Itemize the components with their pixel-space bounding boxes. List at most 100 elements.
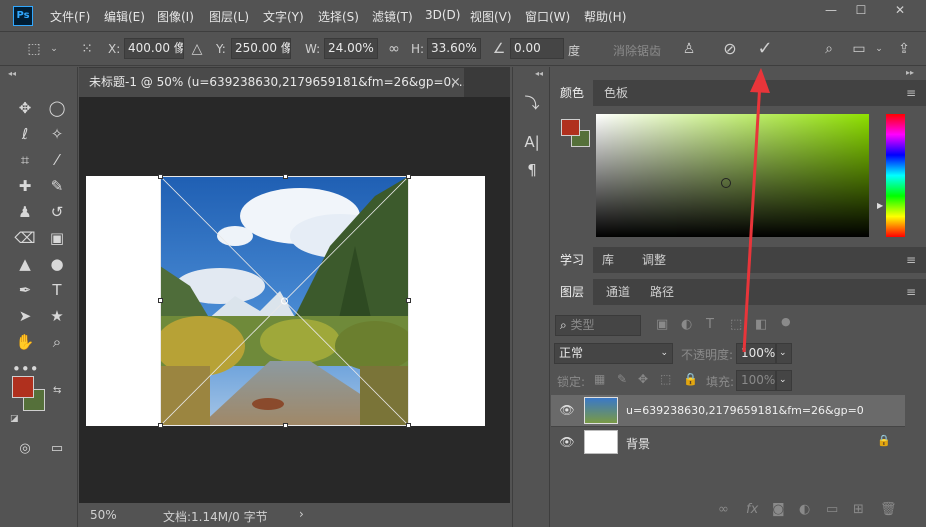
- history-panel-icon[interactable]: ⤵: [513, 92, 551, 113]
- transform-handle[interactable]: [406, 423, 411, 428]
- menu-layer[interactable]: 图层(L): [209, 8, 249, 25]
- commit-transform-icon[interactable]: ✓: [754, 39, 776, 59]
- collapse-icon[interactable]: ◂◂: [8, 69, 16, 78]
- shape-tool-icon[interactable]: ★: [44, 304, 70, 328]
- workspace-dropdown-icon[interactable]: ⌄: [873, 39, 885, 59]
- tab-learn[interactable]: 学习: [551, 247, 593, 273]
- reference-point-icon[interactable]: ⁙: [76, 39, 98, 59]
- hand-tool-icon[interactable]: ✋: [12, 330, 38, 354]
- tab-paths[interactable]: 路径: [642, 279, 682, 305]
- filter-toggle-icon[interactable]: ●: [781, 315, 791, 328]
- x-position-field[interactable]: 400.00 像素: [124, 38, 184, 59]
- paragraph-panel-icon[interactable]: ¶: [513, 161, 551, 179]
- new-group-icon[interactable]: ▭: [826, 502, 838, 517]
- swap-colors-icon[interactable]: ⇆: [53, 385, 61, 396]
- transform-handle[interactable]: [283, 423, 288, 428]
- dodge-tool-icon[interactable]: ●: [44, 252, 70, 276]
- tab-layers[interactable]: 图层: [551, 279, 593, 305]
- maximize-button[interactable]: ☐: [846, 0, 876, 20]
- color-panel-foreground-swatch[interactable]: [561, 119, 580, 136]
- new-layer-icon[interactable]: ⊞: [853, 502, 864, 517]
- opacity-dropdown-icon[interactable]: ⌄: [776, 343, 792, 364]
- menu-filter[interactable]: 滤镜(T): [372, 8, 413, 25]
- tab-color[interactable]: 颜色: [551, 80, 593, 106]
- transform-tool-icon[interactable]: ⬚: [22, 39, 46, 59]
- healing-brush-tool-icon[interactable]: ✚: [12, 174, 38, 198]
- hue-slider[interactable]: [886, 114, 905, 237]
- brush-tool-icon[interactable]: ✎: [44, 174, 70, 198]
- adjustment-layer-icon[interactable]: ◐: [799, 502, 810, 517]
- eyedropper-tool-icon[interactable]: ⁄: [44, 148, 70, 172]
- menu-view[interactable]: 视图(V): [470, 8, 512, 25]
- path-selection-tool-icon[interactable]: ➤: [12, 304, 38, 328]
- move-tool-icon[interactable]: ✥: [12, 96, 38, 120]
- minimize-button[interactable]: —: [816, 0, 846, 20]
- menu-image[interactable]: 图像(I): [157, 8, 194, 25]
- lock-all-icon[interactable]: 🔒: [683, 372, 698, 386]
- transform-handle[interactable]: [283, 174, 288, 179]
- layer-row-background[interactable]: 👁 背景 🔒: [551, 426, 905, 456]
- share-icon[interactable]: ⇪: [893, 39, 915, 59]
- menu-help[interactable]: 帮助(H): [584, 8, 626, 25]
- lock-transparency-icon[interactable]: ▦: [594, 372, 605, 386]
- character-panel-icon[interactable]: A|: [513, 133, 551, 151]
- delete-layer-icon[interactable]: 🗑: [880, 502, 897, 517]
- add-mask-icon[interactable]: ◙: [772, 502, 785, 517]
- status-menu-arrow[interactable]: ›: [299, 507, 304, 521]
- layer-row-photo[interactable]: 👁 u=639238630,2179659181&fm=26&gp=0: [551, 395, 905, 426]
- pen-tool-icon[interactable]: ✒: [12, 278, 38, 302]
- type-tool-icon[interactable]: T: [44, 278, 70, 302]
- menu-type[interactable]: 文字(Y): [263, 8, 304, 25]
- color-panel-menu-icon[interactable]: ≡: [906, 86, 916, 100]
- gradient-tool-icon[interactable]: ▣: [44, 226, 70, 250]
- blur-tool-icon[interactable]: ▲: [12, 252, 38, 276]
- transform-handle[interactable]: [158, 298, 163, 303]
- tab-channels[interactable]: 通道: [598, 279, 638, 305]
- menu-edit[interactable]: 编辑(E): [104, 8, 145, 25]
- width-field[interactable]: 24.00%: [324, 38, 378, 59]
- crop-tool-icon[interactable]: ⌗: [12, 148, 38, 172]
- transform-handle[interactable]: [406, 174, 411, 179]
- screen-mode-icon[interactable]: ▭: [44, 437, 70, 461]
- y-position-field[interactable]: 250.00 像素: [231, 38, 291, 59]
- layer-filter-dropdown[interactable]: ⌕ 类型: [555, 315, 641, 336]
- collapse-right-icon[interactable]: ▸▸: [906, 68, 914, 77]
- clone-stamp-tool-icon[interactable]: ♟: [12, 200, 38, 224]
- delta-icon[interactable]: △: [189, 39, 205, 59]
- document-tab[interactable]: 未标题-1 @ 50% (u=639238630,2179659181&fm=2…: [79, 68, 464, 97]
- tab-adjustments[interactable]: 调整: [630, 247, 678, 273]
- transform-handle[interactable]: [406, 298, 411, 303]
- filter-pixel-icon[interactable]: ▣: [656, 317, 668, 332]
- lasso-tool-icon[interactable]: ℓ: [12, 122, 38, 146]
- close-window-button[interactable]: ✕: [880, 0, 920, 20]
- close-tab-icon[interactable]: ×: [450, 75, 461, 90]
- tab-swatches[interactable]: 色板: [595, 80, 637, 106]
- eye-icon[interactable]: 👁: [559, 435, 575, 449]
- expand-icon[interactable]: ◂◂: [535, 69, 543, 78]
- quick-mask-icon[interactable]: ◎: [12, 437, 38, 461]
- cancel-transform-icon[interactable]: ⊘: [719, 39, 741, 59]
- layers-panel-menu-icon[interactable]: ≡: [906, 285, 916, 299]
- lock-position-icon[interactable]: ✥: [638, 372, 648, 386]
- layer-name[interactable]: 背景: [626, 435, 650, 452]
- fill-dropdown-icon[interactable]: ⌄: [776, 370, 792, 391]
- menu-select[interactable]: 选择(S): [318, 8, 359, 25]
- menu-file[interactable]: 文件(F): [50, 8, 90, 25]
- eraser-tool-icon[interactable]: ⌫: [12, 226, 38, 250]
- link-layers-icon[interactable]: ∞: [718, 502, 729, 517]
- marquee-tool-icon[interactable]: ◯: [44, 96, 70, 120]
- lock-pixels-icon[interactable]: ✎: [617, 372, 627, 386]
- workspace-icon[interactable]: ▭: [848, 39, 870, 59]
- search-icon[interactable]: ⌕: [818, 39, 840, 59]
- link-icon[interactable]: ∞: [385, 39, 403, 59]
- angle-field[interactable]: 0.00: [510, 38, 564, 59]
- default-colors-icon[interactable]: ◪: [10, 414, 19, 424]
- transformed-photo[interactable]: [160, 176, 409, 426]
- tab-libraries[interactable]: 库: [593, 247, 623, 273]
- warp-mode-icon[interactable]: ♙: [678, 39, 700, 59]
- blend-mode-dropdown[interactable]: 正常 ⌄: [554, 343, 673, 364]
- magic-wand-tool-icon[interactable]: ✧: [44, 122, 70, 146]
- transform-handle[interactable]: [158, 423, 163, 428]
- zoom-tool-icon[interactable]: ⌕: [44, 330, 70, 354]
- layer-name[interactable]: u=639238630,2179659181&fm=26&gp=0: [626, 404, 864, 417]
